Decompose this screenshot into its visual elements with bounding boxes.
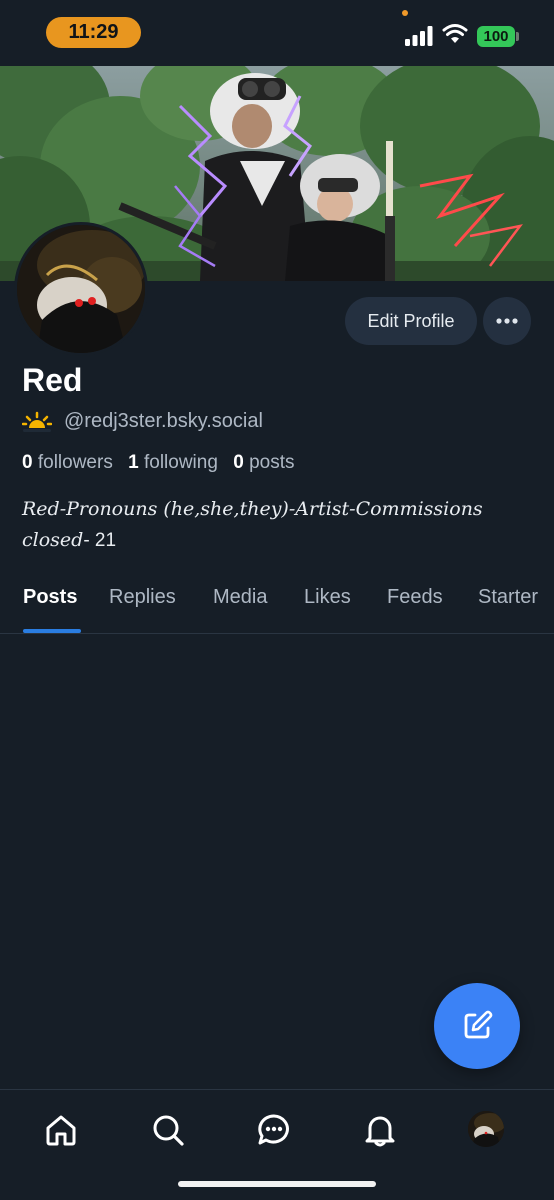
profile-screen: 11:29 100 Edit Profile Red @redj3ster.bs… — [0, 0, 554, 1200]
compose-post-button[interactable] — [434, 983, 520, 1069]
more-options-button[interactable] — [483, 297, 531, 345]
edit-profile-button[interactable]: Edit Profile — [345, 297, 477, 345]
nav-notifications[interactable] — [360, 1110, 400, 1150]
bell-icon — [365, 1116, 395, 1147]
home-indicator — [178, 1181, 376, 1187]
status-bar: 11:29 100 — [0, 0, 554, 66]
followers-count: 0 — [22, 452, 33, 473]
search-icon — [153, 1115, 184, 1146]
display-name: Red — [22, 362, 83, 398]
tab-media[interactable]: Media — [213, 586, 267, 634]
tab-starter[interactable]: Starter — [478, 586, 538, 634]
followers-stat[interactable]: 0 followers — [22, 452, 113, 473]
nav-home[interactable] — [41, 1110, 81, 1150]
tab-posts[interactable]: Posts — [23, 586, 77, 634]
chat-icon — [258, 1114, 289, 1145]
compose-icon — [464, 1010, 493, 1039]
handle-row: @redj3ster.bsky.social — [22, 410, 263, 433]
profile-bio: Red-Pronouns (he,she,they)-Artist-Commis… — [22, 494, 532, 556]
profile-tabs: Posts Replies Media Likes Feeds Starter — [0, 586, 554, 634]
profile-handle[interactable]: @redj3ster.bsky.social — [64, 410, 263, 433]
posts-stat: 0 posts — [233, 452, 294, 473]
sunrise-icon — [22, 411, 52, 432]
nav-search[interactable] — [148, 1110, 188, 1150]
bio-line-2-script: closed — [22, 529, 84, 551]
profile-avatar[interactable] — [14, 222, 148, 356]
posts-count: 0 — [233, 452, 244, 473]
nav-chat[interactable] — [254, 1110, 294, 1150]
following-label: following — [143, 452, 218, 473]
posts-label: posts — [249, 452, 295, 473]
battery-cap — [516, 32, 519, 41]
status-time: 11:29 — [46, 17, 141, 48]
active-tab-indicator — [23, 629, 81, 633]
home-icon — [46, 1115, 76, 1146]
battery-indicator: 100 — [477, 26, 515, 47]
following-count: 1 — [128, 452, 139, 473]
following-stat[interactable]: 1 following — [128, 452, 218, 473]
nav-profile-avatar[interactable] — [468, 1111, 504, 1147]
cellular-signal-icon — [405, 26, 433, 46]
profile-stats: 0 followers 1 following 0 posts — [22, 452, 294, 474]
profile-avatar-thumbnail — [468, 1111, 504, 1147]
tab-likes[interactable]: Likes — [304, 586, 351, 634]
followers-label: followers — [37, 452, 113, 473]
wifi-icon — [442, 24, 468, 43]
privacy-indicator-dot — [402, 10, 408, 16]
bio-line-1: Red-Pronouns (he,she,they)-Artist-Commis… — [22, 498, 483, 520]
bio-line-2-rest: - 21 — [83, 530, 117, 551]
tab-feeds[interactable]: Feeds — [387, 586, 443, 634]
avatar-artwork — [17, 225, 145, 353]
ellipsis-icon — [496, 318, 518, 324]
tab-replies[interactable]: Replies — [109, 586, 176, 634]
